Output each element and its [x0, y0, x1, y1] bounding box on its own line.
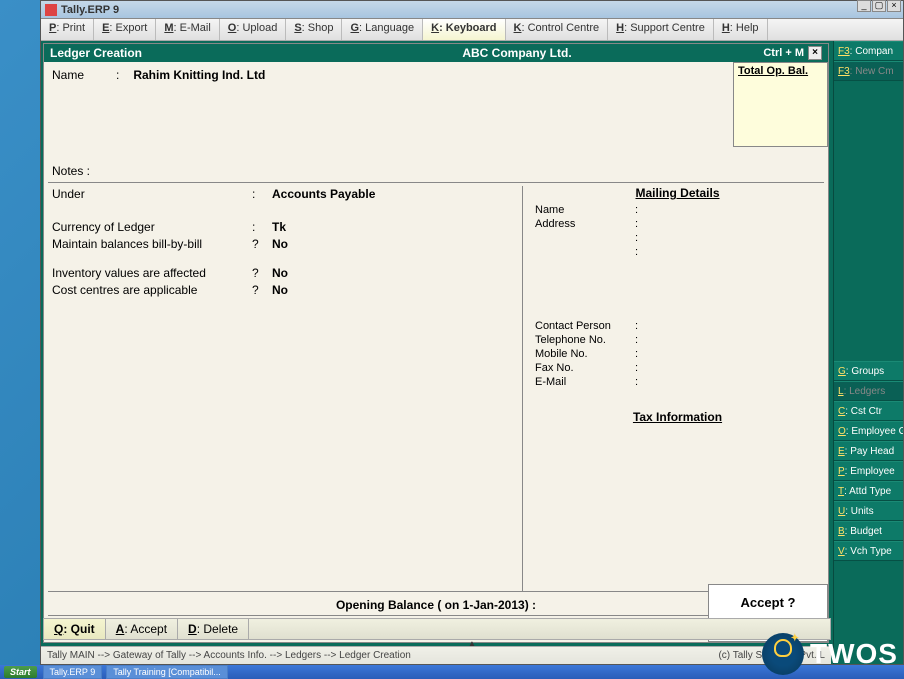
menu-language[interactable]: G: Language [342, 19, 423, 40]
menu-shop[interactable]: S: Shop [286, 19, 342, 40]
company-name: ABC Company Ltd. [310, 46, 724, 60]
left-column: Under : Accounts Payable Currency of Led… [52, 186, 522, 592]
window-title: Tally.ERP 9 [61, 4, 119, 16]
mail-address-label: Address [535, 218, 635, 232]
bottom-toolbar: Q: Quit A: Accept D: Delete [43, 618, 831, 640]
side-budget[interactable]: B: Budget [834, 521, 903, 541]
form-close-icon[interactable]: × [808, 46, 822, 60]
menu-control-centre[interactable]: K: Control Centre [506, 19, 609, 40]
name-label: Name [52, 68, 112, 82]
mail-mobile-label: Mobile No. [535, 348, 635, 362]
bill-by-bill-value[interactable]: No [272, 237, 288, 251]
side-employee-group[interactable]: O: Employee Grou [834, 421, 903, 441]
side-company[interactable]: F3: Compan [834, 41, 903, 61]
form-title: Ledger Creation [50, 46, 310, 60]
app-window: Tally.ERP 9 _ ▢ × P: Print E: Export M: … [40, 0, 904, 665]
accept-question: Accept ? [709, 595, 827, 610]
side-units[interactable]: U: Units [834, 501, 903, 521]
side-groups[interactable]: G: Groups [834, 361, 903, 381]
currency-value[interactable]: Tk [272, 220, 286, 234]
logo-text: TWOS [810, 638, 898, 670]
side-ledgers[interactable]: L: Ledgers [834, 381, 903, 401]
quit-button[interactable]: Q: Quit [44, 619, 106, 639]
mail-name-label: Name [535, 204, 635, 218]
inventory-value[interactable]: No [272, 266, 288, 280]
tax-information-heading: Tax Information [535, 410, 820, 424]
status-bar: Tally MAIN --> Gateway of Tally --> Acco… [41, 646, 831, 664]
taskbar-item[interactable]: Tally Training [Compatibil... [106, 665, 228, 679]
app-icon [45, 4, 57, 16]
inventory-label: Inventory values are affected [52, 266, 252, 280]
side-panel: F3: Compan F3: New Cm G: Groups L: Ledge… [833, 41, 903, 664]
menu-print[interactable]: P: Print [41, 19, 94, 40]
menu-keyboard[interactable]: K: Keyboard [423, 19, 505, 40]
under-label: Under [52, 187, 252, 201]
start-button[interactable]: Start [4, 666, 37, 678]
delete-button[interactable]: D: Delete [178, 619, 249, 639]
total-opening-balance-box: Total Op. Bal. [733, 62, 828, 147]
side-pay-head[interactable]: E: Pay Head [834, 441, 903, 461]
watermark-logo: TWOS [762, 633, 898, 675]
currency-label: Currency of Ledger [52, 220, 252, 234]
side-new-company[interactable]: F3: New Cm [834, 61, 903, 81]
minimize-button[interactable]: _ [857, 0, 871, 12]
right-column: Mailing Details Name: Address: : : Conta… [523, 186, 820, 592]
form-header: Ledger Creation ABC Company Ltd. Ctrl + … [44, 44, 828, 62]
mail-tel-label: Telephone No. [535, 334, 635, 348]
mail-email-label: E-Mail [535, 376, 635, 390]
titlebar[interactable]: Tally.ERP 9 _ ▢ × [41, 1, 903, 19]
menu-upload[interactable]: O: Upload [220, 19, 287, 40]
menu-support-centre[interactable]: H: Support Centre [608, 19, 714, 40]
side-attd-type[interactable]: T: Attd Type [834, 481, 903, 501]
taskbar-item[interactable]: Tally.ERP 9 [43, 665, 103, 679]
side-vch-type[interactable]: V: Vch Type [834, 541, 903, 561]
close-button[interactable]: × [887, 0, 901, 12]
cost-centres-value[interactable]: No [272, 283, 288, 297]
ledger-creation-form: Ledger Creation ABC Company Ltd. Ctrl + … [43, 43, 829, 643]
form-shortcut: Ctrl + M [724, 47, 804, 59]
maximize-button[interactable]: ▢ [872, 0, 886, 12]
bill-by-bill-label: Maintain balances bill-by-bill [52, 237, 252, 251]
divider [48, 182, 824, 183]
menu-export[interactable]: E: Export [94, 19, 156, 40]
accept-button[interactable]: A: Accept [106, 619, 178, 639]
breadcrumb: Tally MAIN --> Gateway of Tally --> Acco… [47, 650, 718, 661]
notes-label: Notes : [52, 164, 90, 178]
menu-help[interactable]: H: Help [714, 19, 768, 40]
cost-centres-label: Cost centres are applicable [52, 283, 252, 297]
lightbulb-icon [762, 633, 804, 675]
menubar: P: Print E: Export M: E-Mail O: Upload S… [41, 19, 903, 41]
under-value[interactable]: Accounts Payable [272, 187, 375, 201]
mailing-details-heading: Mailing Details [535, 186, 820, 200]
name-input[interactable]: Rahim Knitting Ind. Ltd [123, 68, 265, 82]
side-employee[interactable]: P: Employee [834, 461, 903, 481]
mail-contact-label: Contact Person [535, 320, 635, 334]
mail-fax-label: Fax No. [535, 362, 635, 376]
side-cst-ctr[interactable]: C: Cst Ctr [834, 401, 903, 421]
menu-email[interactable]: M: E-Mail [156, 19, 219, 40]
